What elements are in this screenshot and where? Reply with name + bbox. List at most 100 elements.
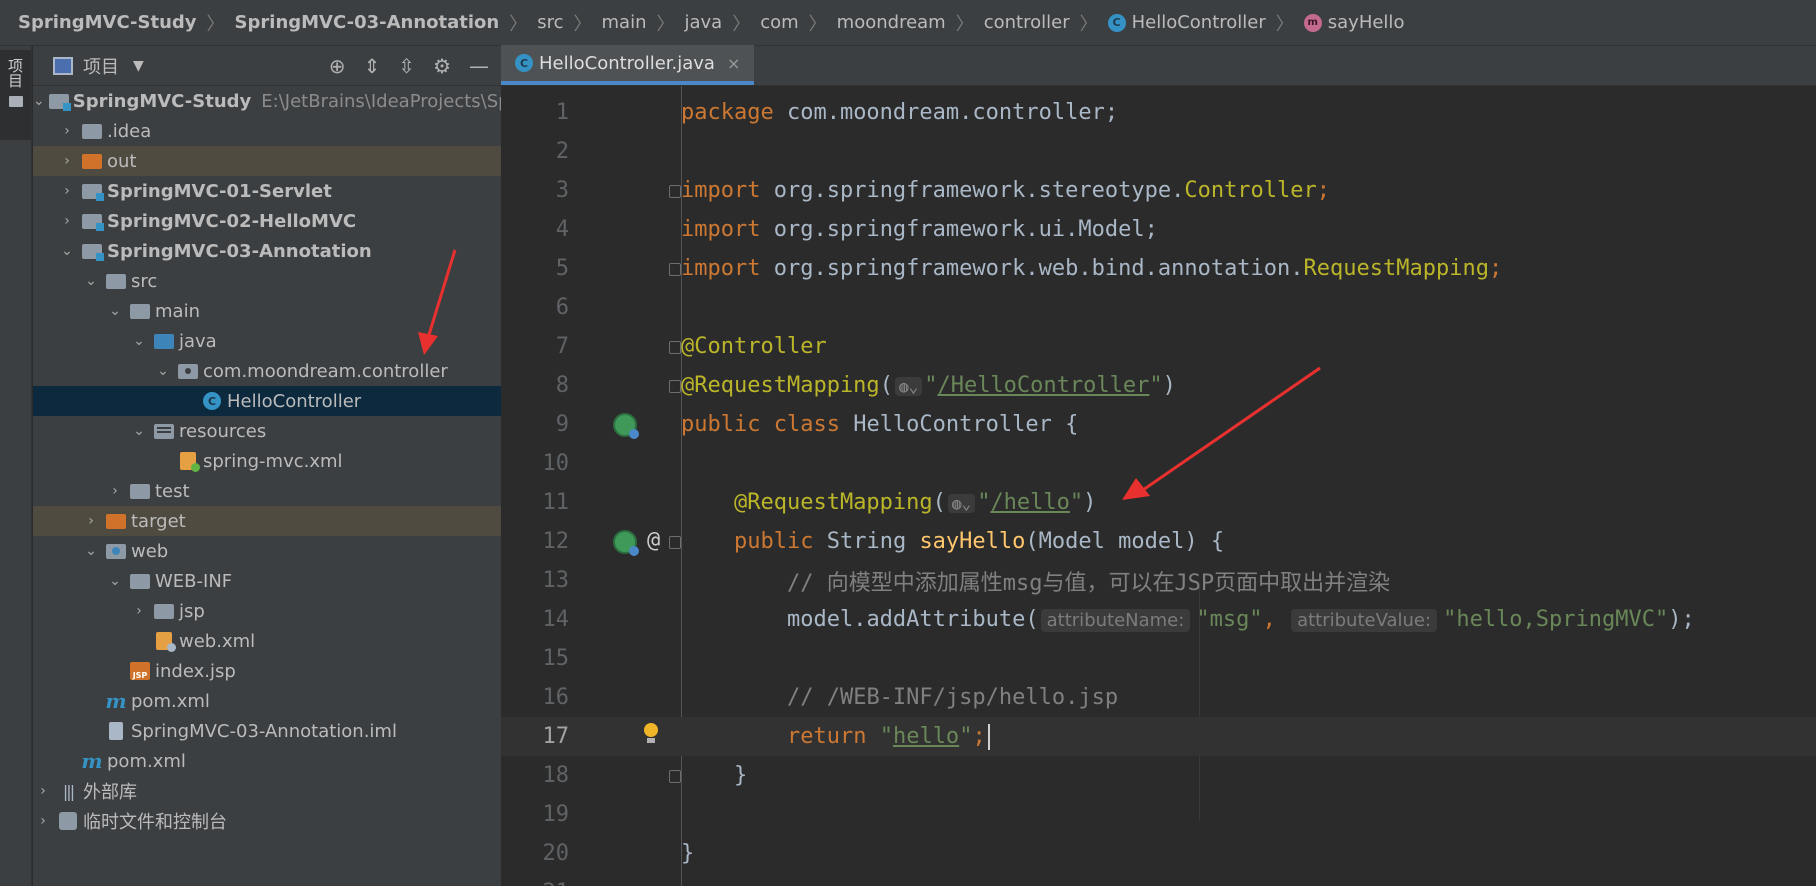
tree-item[interactable]: › test [33, 476, 501, 506]
tree-item[interactable]: › 临时文件和控制台 [33, 806, 501, 836]
chevron-down-icon[interactable]: ⌄ [57, 243, 77, 259]
project-view-title[interactable]: 项目 [83, 53, 119, 79]
tree-item[interactable]: m pom.xml [33, 686, 501, 716]
tree-item[interactable]: ⌄ src [33, 266, 501, 296]
editor-tab[interactable]: C HelloController.java × [501, 45, 755, 85]
tree-item[interactable]: › SpringMVC-02-HelloMVC [33, 206, 501, 236]
iml-file-icon [109, 722, 123, 740]
tree-item[interactable]: spring-mvc.xml [33, 446, 501, 476]
spring-bean-icon[interactable] [613, 413, 639, 439]
tree-item[interactable]: ⌄ main [33, 296, 501, 326]
chevron-right-icon[interactable]: › [129, 603, 149, 619]
expand-all-icon[interactable]: ⇕ [364, 54, 381, 78]
breadcrumb-item[interactable]: SpringMVC-03-Annotation [235, 12, 500, 33]
chevron-down-icon[interactable]: ⌄ [153, 363, 173, 379]
project-tool-tab-label: 项目 [6, 58, 24, 88]
line-number: 16 [542, 685, 570, 710]
lightbulb-icon[interactable] [643, 723, 659, 745]
tree-item[interactable]: › jsp [33, 596, 501, 626]
tree-item[interactable]: ⌄ java [33, 326, 501, 356]
code-line: 6 [501, 288, 1816, 327]
code-line: 19 [501, 795, 1816, 834]
minimize-icon[interactable]: — [469, 54, 489, 78]
chevron-right-icon[interactable]: › [57, 213, 77, 229]
text-cursor [987, 723, 990, 750]
fold-marker-icon[interactable] [669, 185, 681, 198]
editor: C HelloController.java × 1 package com.m… [501, 45, 1816, 886]
code-line: 4 import org.springframework.ui.Model; [501, 210, 1816, 249]
breadcrumb-item[interactable]: com [760, 12, 798, 33]
chevron-right-icon[interactable]: › [57, 153, 77, 169]
chevron-down-icon[interactable]: ⌄ [81, 543, 101, 559]
chevron-right-icon[interactable]: › [105, 483, 125, 499]
tree-item[interactable]: › SpringMVC-01-Servlet [33, 176, 501, 206]
tree-item[interactable]: JSP index.jsp [33, 656, 501, 686]
chevron-right-icon[interactable]: › [33, 813, 53, 829]
tree-item[interactable]: ⌄ web [33, 536, 501, 566]
source-folder-icon [154, 333, 174, 349]
line-number: 19 [542, 802, 570, 827]
tree-item[interactable]: › ||| 外部库 [33, 776, 501, 806]
tree-item[interactable]: web.xml [33, 626, 501, 656]
fold-marker-icon[interactable] [669, 770, 681, 783]
tree-item[interactable]: › .idea [33, 116, 501, 146]
spring-bean-icon[interactable] [613, 530, 639, 556]
tree-item[interactable]: m pom.xml [33, 746, 501, 776]
folder-icon [130, 303, 150, 319]
code-line: 9 public class HelloController { [501, 405, 1816, 444]
line-number: 17 [542, 724, 570, 749]
chevron-down-icon[interactable]: ⌄ [81, 273, 101, 289]
fold-marker-icon[interactable] [669, 263, 681, 276]
tree-item[interactable]: ⌄ SpringMVC-Study E:\JetBrains\IdeaProje… [33, 86, 501, 116]
scratch-icon [59, 812, 77, 830]
breadcrumb-item[interactable]: src [537, 12, 563, 33]
class-icon: C [515, 54, 533, 72]
chevron-right-icon[interactable]: › [81, 513, 101, 529]
chevron-down-icon[interactable]: ⌄ [33, 93, 45, 109]
close-icon[interactable]: × [727, 54, 740, 73]
url-link[interactable]: /HelloController [937, 373, 1149, 398]
tree-item[interactable]: › target [33, 506, 501, 536]
code-line: 15 [501, 639, 1816, 678]
fold-marker-icon[interactable] [669, 341, 681, 354]
gear-icon[interactable]: ⚙ [433, 54, 451, 78]
chevron-right-icon[interactable]: › [57, 123, 77, 139]
chevron-right-icon[interactable]: › [57, 183, 77, 199]
url-link[interactable]: /hello [990, 490, 1069, 515]
breadcrumb-item[interactable]: controller [984, 12, 1070, 33]
breadcrumb-item[interactable]: java [685, 12, 723, 33]
breadcrumb-item[interactable]: main [602, 12, 647, 33]
code-area[interactable]: 1 package com.moondream.controller; 2 3 … [501, 86, 1816, 886]
locate-icon[interactable]: ⊕ [329, 54, 346, 78]
chevron-right-icon[interactable]: › [33, 783, 53, 799]
breadcrumb-item[interactable]: moondream [837, 12, 946, 33]
fold-marker-icon[interactable] [669, 536, 681, 549]
tree-item[interactable]: ⌄ com.moondream.controller [33, 356, 501, 386]
tree-item-selected[interactable]: C HelloController [33, 386, 501, 416]
project-panel: 项目 ▼ ⊕ ⇕ ⇳ ⚙ — ⌄ SpringMVC-Study E:\JetB… [33, 46, 501, 886]
line-number: 5 [555, 256, 569, 281]
method-icon: m [1303, 13, 1322, 32]
chevron-down-icon[interactable]: ▼ [133, 58, 144, 74]
tree-item[interactable]: ⌄ SpringMVC-03-Annotation [33, 236, 501, 266]
collapse-all-icon[interactable]: ⇳ [398, 54, 415, 78]
globe-icon[interactable]: ◍⌄ [947, 494, 976, 513]
breadcrumb-item-class[interactable]: C HelloController [1107, 12, 1266, 33]
globe-icon[interactable]: ◍⌄ [894, 377, 923, 396]
fold-marker-icon[interactable] [669, 380, 681, 393]
chevron-down-icon[interactable]: ⌄ [105, 303, 125, 319]
breadcrumb-item-method[interactable]: m sayHello [1303, 12, 1404, 33]
project-tool-tab[interactable]: 项目 [0, 50, 31, 140]
tree-item[interactable]: › out [33, 146, 501, 176]
tree-item[interactable]: ⌄ WEB-INF [33, 566, 501, 596]
tree-item[interactable]: ⌄ resources [33, 416, 501, 446]
tree-item-label: main [155, 300, 200, 322]
chevron-down-icon[interactable]: ⌄ [105, 573, 125, 589]
at-sign-icon[interactable]: @ [647, 528, 660, 553]
chevron-down-icon[interactable]: ⌄ [129, 423, 149, 439]
breadcrumb-item[interactable]: SpringMVC-Study [18, 12, 197, 33]
folder-icon [82, 123, 102, 139]
chevron-down-icon[interactable]: ⌄ [129, 333, 149, 349]
tree-item[interactable]: SpringMVC-03-Annotation.iml [33, 716, 501, 746]
project-toolbar-actions: ⊕ ⇕ ⇳ ⚙ — [329, 54, 501, 78]
